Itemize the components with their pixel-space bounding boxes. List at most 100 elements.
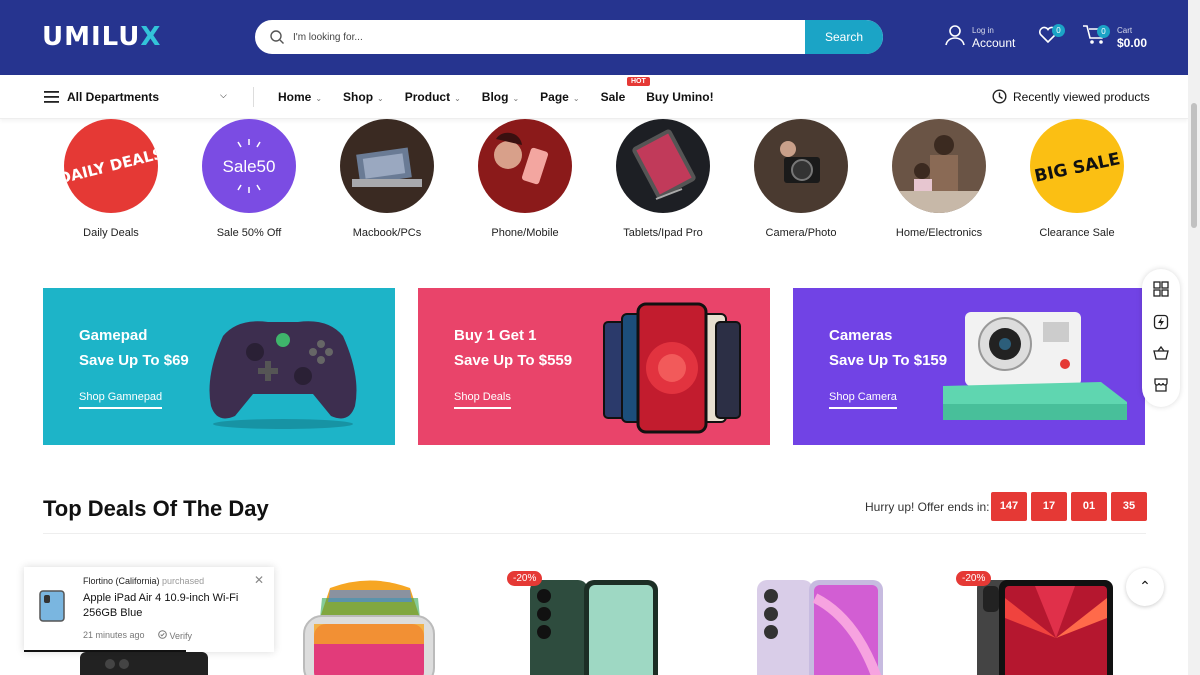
- banner-buy1get1[interactable]: Buy 1 Get 1 Save Up To $559 Shop Deals: [418, 288, 770, 445]
- cart-button[interactable]: 0 Cart $0.00: [1082, 24, 1147, 51]
- phone-image: [478, 119, 572, 213]
- nav-label: Product: [404, 90, 451, 104]
- chevron-up-icon: ⌃: [1139, 578, 1151, 594]
- product-image-apple-watch[interactable]: [300, 578, 440, 675]
- search-bar: Search: [254, 19, 884, 55]
- close-icon[interactable]: ✕: [254, 573, 264, 587]
- popup-product-name[interactable]: Apple iPad Air 4 10.9-inch Wi-Fi 256GB B…: [83, 591, 253, 621]
- category-clearance[interactable]: BIG SALE Clearance Sale: [1007, 119, 1147, 239]
- popup-time: 21 minutes ago: [83, 630, 145, 640]
- main-nav: All Departments ⌵ Home ⌄ Shop ⌄ Product ⌄ B…: [0, 75, 1188, 119]
- side-toolbar: [1142, 269, 1180, 407]
- banner-subtitle: Save Up To $559: [454, 352, 573, 369]
- product-image-samsung-ultra[interactable]: [80, 648, 210, 675]
- nav-item-home[interactable]: Home ⌄: [278, 90, 322, 104]
- shop-camera-link[interactable]: Shop Camera: [829, 391, 897, 409]
- shop-gamepad-link[interactable]: Shop Gamnepad: [79, 391, 163, 409]
- product-image-ipad-pro[interactable]: [975, 578, 1115, 675]
- banner-subtitle: Save Up To $159: [829, 352, 948, 369]
- cart-count-badge: 0: [1097, 25, 1110, 38]
- wishlist-count-badge: 0: [1052, 24, 1065, 37]
- shop-deals-link[interactable]: Shop Deals: [454, 391, 511, 409]
- basket-icon[interactable]: [1153, 345, 1169, 361]
- account-link[interactable]: Log in Account: [944, 24, 1015, 51]
- nav-item-product[interactable]: Product ⌄: [405, 90, 461, 104]
- category-daily-deals[interactable]: DAILY DEALS Daily Deals: [41, 119, 181, 239]
- category-label: Tablets/Ipad Pro: [623, 227, 703, 239]
- search-icon: [270, 30, 284, 44]
- account-login-label: Log in: [972, 26, 994, 35]
- countdown-minutes: 01: [1071, 492, 1107, 521]
- search-button[interactable]: Search: [805, 20, 883, 54]
- popup-action: purchased: [162, 576, 205, 586]
- category-home-electronics[interactable]: Home/Electronics: [869, 119, 1009, 239]
- countdown-hours: 17: [1031, 492, 1067, 521]
- nav-item-blog[interactable]: Blog ⌄: [482, 90, 519, 104]
- category-label: Sale 50% Off: [216, 227, 282, 239]
- cart-total: $0.00: [1117, 36, 1148, 50]
- discount-badge: -20%: [507, 571, 543, 586]
- sale50-badge: Sale50: [202, 119, 296, 213]
- search-input[interactable]: [293, 20, 803, 54]
- all-departments-button[interactable]: All Departments: [44, 90, 159, 104]
- store-icon[interactable]: [1153, 377, 1169, 393]
- nav-menu: Home ⌄ Shop ⌄ Product ⌄ Blog ⌄ Page ⌄ Sale Bu…: [278, 90, 714, 104]
- cart-label: Cart: [1117, 26, 1133, 35]
- nav-label: Buy Umino!: [646, 90, 714, 104]
- sale50-graphic: Sale50: [223, 139, 276, 193]
- nav-item-buy-umino[interactable]: Buy Umino!: [646, 90, 713, 104]
- banner-gamepad[interactable]: Gamepad Save Up To $69 Shop Gamnepad: [43, 288, 395, 445]
- category-label: Daily Deals: [83, 227, 139, 239]
- sale50-text: Sale50: [223, 157, 276, 176]
- top-header: UMILUX Search Log in Account 0 0 Cart $0…: [0, 0, 1188, 75]
- banner-title: Buy 1 Get 1: [454, 327, 537, 344]
- chevron-down-icon: ⌄: [454, 94, 461, 103]
- banner-subtitle: Save Up To $69: [79, 352, 189, 369]
- grid-icon[interactable]: [1153, 281, 1169, 297]
- nav-label: Sale: [600, 90, 626, 104]
- recently-viewed-link[interactable]: Recently viewed products: [992, 89, 1150, 104]
- category-phone[interactable]: Phone/Mobile: [455, 119, 595, 239]
- nav-item-sale[interactable]: Sale: [601, 90, 626, 104]
- product-image-galaxy-s21fe[interactable]: [755, 578, 885, 675]
- popup-verify-label: Verify: [169, 631, 193, 641]
- page-scrollbar[interactable]: [1188, 0, 1200, 675]
- daily-deals-graphic: DAILY DEALS: [64, 144, 158, 188]
- category-label: Home/Electronics: [895, 227, 983, 239]
- nav-label: Shop: [343, 90, 374, 104]
- category-label: Macbook/PCs: [352, 227, 422, 239]
- nav-divider: [253, 87, 254, 107]
- wishlist-button[interactable]: 0: [1038, 24, 1065, 49]
- category-camera[interactable]: Camera/Photo: [731, 119, 871, 239]
- user-icon: [945, 25, 965, 46]
- banner-cameras[interactable]: Cameras Save Up To $159 Shop Camera: [793, 288, 1145, 445]
- chevron-down-icon[interactable]: ⌵: [220, 90, 227, 101]
- verified-check-icon: [158, 630, 167, 639]
- banner-title: Cameras: [829, 327, 893, 344]
- popup-progress-bar: [24, 650, 186, 652]
- site-logo[interactable]: UMILUX: [42, 22, 161, 52]
- nav-item-page[interactable]: Page ⌄: [540, 90, 579, 104]
- account-label: Account: [972, 36, 1016, 50]
- banner-title: Gamepad: [79, 327, 148, 344]
- big-sale-graphic: BIG SALE: [1033, 149, 1122, 187]
- category-macbook[interactable]: Macbook/PCs: [317, 119, 457, 239]
- bolt-icon[interactable]: [1153, 314, 1169, 330]
- big-sale-badge: BIG SALE: [1030, 119, 1124, 213]
- nav-item-shop[interactable]: Shop ⌄: [343, 90, 384, 104]
- product-image-galaxy-s22[interactable]: [528, 578, 660, 675]
- departments-label: All Departments: [67, 90, 160, 104]
- hot-badge: HOT: [627, 77, 650, 86]
- home-electronics-image: [892, 119, 986, 213]
- popup-buyer: Flortino (California) purchased: [83, 576, 204, 586]
- popup-product-thumbnail: [39, 590, 65, 622]
- chevron-down-icon: ⌄: [572, 94, 580, 103]
- countdown-days: 147: [991, 492, 1027, 521]
- daily-deals-badge: DAILY DEALS: [64, 119, 158, 213]
- category-sale-50[interactable]: Sale50 Sale 50% Off: [179, 119, 319, 239]
- back-to-top-button[interactable]: ⌃: [1126, 568, 1164, 606]
- section-title: Top Deals Of The Day: [43, 496, 269, 521]
- recent-purchase-popup[interactable]: Flortino (California) purchased Apple iP…: [24, 567, 274, 652]
- scrollbar-thumb[interactable]: [1191, 103, 1197, 228]
- category-tablets[interactable]: Tablets/Ipad Pro: [593, 119, 733, 239]
